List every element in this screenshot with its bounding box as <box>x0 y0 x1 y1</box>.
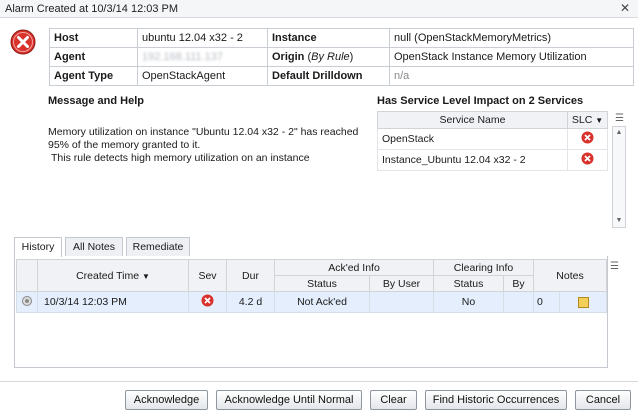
col-sev[interactable]: Sev <box>188 259 227 292</box>
agent-value: 192.168.111.137 <box>137 47 268 67</box>
footer-divider <box>0 381 638 382</box>
notes-count-cell: 0 <box>533 291 560 313</box>
col-notes[interactable]: Notes <box>533 259 607 292</box>
ack-by-cell <box>369 291 434 313</box>
col-service-name[interactable]: Service Name <box>377 111 568 129</box>
clear-status-cell: No <box>433 291 504 313</box>
alarm-x-icon <box>201 294 214 307</box>
host-label: Host <box>49 28 138 48</box>
host-value: ubuntu 12.04 x32 - 2 <box>137 28 268 48</box>
instance-value: null (OpenStackMemoryMetrics) <box>389 28 634 48</box>
origin-label: Origin (By Rule) <box>267 47 390 67</box>
ack-status-cell: Not Ack'ed <box>274 291 370 313</box>
alarm-properties-table: Host ubuntu 12.04 x32 - 2 Instance null … <box>49 28 634 86</box>
col-ack-by-user[interactable]: By User <box>369 275 434 292</box>
tab-all-notes[interactable]: All Notes <box>65 237 123 256</box>
history-header-row: Created Time ▼ Sev Dur Ack'ed Info Clear… <box>16 259 607 292</box>
origin-value: OpenStack Instance Memory Utilization <box>389 47 634 67</box>
scroll-down-icon[interactable]: ▼ <box>613 215 625 227</box>
alarm-x-icon <box>10 29 36 55</box>
message-line-1: Memory utilization on instance "Ubuntu 1… <box>48 126 359 151</box>
instance-label: Instance <box>267 28 390 48</box>
history-table: Created Time ▼ Sev Dur Ack'ed Info Clear… <box>16 259 607 313</box>
agent-value-text: 192.168.111.137 <box>142 51 223 63</box>
agent-type-label: Agent Type <box>49 66 138 86</box>
message-text: Memory utilization on instance "Ubuntu 1… <box>48 126 363 165</box>
col-slc-label: SLC <box>571 114 593 126</box>
clear-button[interactable]: Clear <box>370 390 417 410</box>
acknowledge-until-normal-button[interactable]: Acknowledge Until Normal <box>216 390 362 410</box>
col-clear-status[interactable]: Status <box>433 275 504 292</box>
service-name: Instance_Ubuntu 12.04 x32 - 2 <box>377 149 568 171</box>
acknowledge-button[interactable]: Acknowledge <box>125 390 208 410</box>
props-row: Agent Type OpenStackAgent Default Drilld… <box>49 66 634 86</box>
close-icon[interactable]: ✕ <box>618 1 632 15</box>
note-icon[interactable] <box>577 296 589 308</box>
column-menu-icon[interactable]: ☰ <box>615 113 624 124</box>
col-slc[interactable]: SLC ▼ <box>567 111 608 129</box>
clear-by-cell <box>503 291 534 313</box>
service-name: OpenStack <box>377 128 568 150</box>
slc-cell <box>567 149 608 171</box>
sort-down-icon: ▼ <box>595 116 604 125</box>
group-clearing-info: Clearing Info <box>433 259 534 276</box>
tab-remediate[interactable]: Remediate <box>126 237 190 256</box>
title-bar: Alarm Created at 10/3/14 12:03 PM ✕ <box>0 0 638 18</box>
table-row[interactable]: OpenStack <box>377 128 608 150</box>
alarm-x-icon <box>581 131 594 144</box>
agent-label: Agent <box>49 47 138 67</box>
col-clear-by[interactable]: By <box>503 275 534 292</box>
table-row[interactable]: Instance_Ubuntu 12.04 x32 - 2 <box>377 149 608 171</box>
service-impact-table: Service Name SLC ▼ OpenStack Instance_Ub… <box>377 111 608 171</box>
message-line-2: This rule detects high memory utilizatio… <box>51 152 310 164</box>
svc-header-row: Service Name SLC ▼ <box>377 111 608 129</box>
group-acked-info: Ack'ed Info <box>274 259 434 276</box>
sort-down-icon: ▼ <box>142 271 150 281</box>
dur-cell: 4.2 d <box>226 291 275 313</box>
col-ack-status[interactable]: Status <box>274 275 370 292</box>
origin-paren-close: ) <box>349 51 354 63</box>
sev-cell <box>188 291 227 313</box>
drilldown-value: n/a <box>389 66 634 86</box>
props-row: Host ubuntu 12.04 x32 - 2 Instance null … <box>49 28 634 48</box>
message-help-title: Message and Help <box>48 95 144 107</box>
col-select <box>16 259 38 292</box>
service-scrollbar[interactable]: ▲ ▼ <box>612 126 626 228</box>
alarm-x-icon <box>581 152 594 165</box>
col-created-label: Created Time <box>76 269 140 282</box>
props-row: Agent 192.168.111.137 Origin (By Rule) O… <box>49 47 634 67</box>
col-dur[interactable]: Dur <box>226 259 275 292</box>
scroll-up-icon[interactable]: ▲ <box>613 127 625 139</box>
row-select-radio-icon[interactable] <box>22 295 32 306</box>
window-title: Alarm Created at 10/3/14 12:03 PM <box>5 3 179 15</box>
origin-by-rule: By Rule <box>311 51 350 63</box>
origin-label-text: Origin <box>272 51 305 63</box>
table-row[interactable]: 10/3/14 12:03 PM 4.2 d Not Ack'ed No 0 <box>16 291 607 313</box>
cancel-button[interactable]: Cancel <box>575 390 631 410</box>
row-select-cell[interactable] <box>16 291 38 313</box>
tab-history[interactable]: History <box>14 237 62 257</box>
notes-icon-cell[interactable] <box>559 291 607 313</box>
created-time-cell: 10/3/14 12:03 PM <box>37 291 189 313</box>
col-created-time[interactable]: Created Time ▼ <box>37 259 189 292</box>
service-impact-title: Has Service Level Impact on 2 Services <box>377 95 584 107</box>
find-historic-occurrences-button[interactable]: Find Historic Occurrences <box>425 390 567 410</box>
drilldown-label: Default Drilldown <box>267 66 390 86</box>
agent-type-value: OpenStackAgent <box>137 66 268 86</box>
slc-cell <box>567 128 608 150</box>
column-menu-icon[interactable]: ☰ <box>610 261 619 272</box>
